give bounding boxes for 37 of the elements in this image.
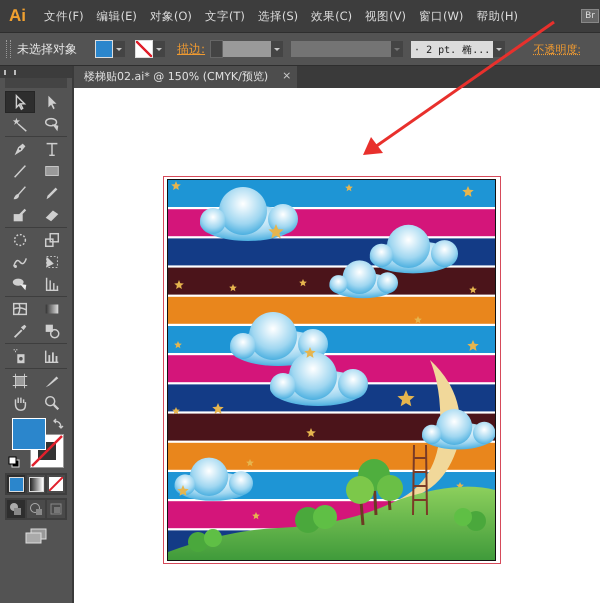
draw-inside-icon[interactable]	[47, 500, 65, 518]
caret-icon[interactable]	[271, 41, 284, 57]
app-logo: Ai	[9, 6, 26, 26]
menu-item[interactable]: 选择(S)	[258, 8, 298, 24]
collapse-icon[interactable]	[4, 70, 16, 74]
none-mode-button[interactable]	[47, 475, 65, 493]
menu-item[interactable]: 编辑(E)	[96, 8, 137, 24]
selection-tool-icon[interactable]	[5, 91, 35, 113]
screen-mode-icon[interactable]	[25, 528, 47, 544]
gradient-mode-button[interactable]	[27, 475, 45, 493]
grip-handle[interactable]	[6, 40, 11, 58]
selection-status: 未选择对象	[17, 40, 77, 58]
draw-behind-icon[interactable]	[27, 500, 45, 518]
menu-item[interactable]: 文件(F)	[44, 8, 84, 24]
document-tab[interactable]: 楼梯贴02.ai* @ 150% (CMYK/预览) ×	[74, 66, 298, 88]
caret-icon[interactable]	[493, 41, 506, 57]
brush-field[interactable]: · 2 pt. 椭...	[411, 40, 494, 58]
menu-item[interactable]: 帮助(H)	[476, 8, 518, 24]
fill-swatch[interactable]	[95, 40, 113, 58]
stroke-spinner[interactable]	[210, 40, 224, 58]
color-mode-button[interactable]	[7, 475, 25, 493]
close-tab-button[interactable]: ×	[282, 69, 292, 84]
menu-item[interactable]: 对象(O)	[150, 8, 192, 24]
stroke-weight-field[interactable]	[223, 41, 272, 57]
fill-color-swatch[interactable]	[12, 418, 46, 450]
menu-item[interactable]: 效果(C)	[311, 8, 352, 24]
menu-item[interactable]: 文字(T)	[204, 8, 245, 24]
caret-icon[interactable]	[153, 41, 165, 57]
caret-icon	[391, 41, 404, 57]
draw-normal-icon[interactable]	[7, 500, 25, 518]
caret-icon[interactable]	[113, 41, 125, 57]
variable-width-field[interactable]	[291, 41, 392, 57]
menu-item[interactable]: 窗口(W)	[419, 8, 464, 24]
default-colors-icon[interactable]	[8, 456, 20, 468]
bridge-button[interactable]: Br	[581, 9, 599, 23]
swap-arrow-icon[interactable]	[52, 418, 64, 430]
menu-item[interactable]: 视图(V)	[365, 8, 406, 24]
